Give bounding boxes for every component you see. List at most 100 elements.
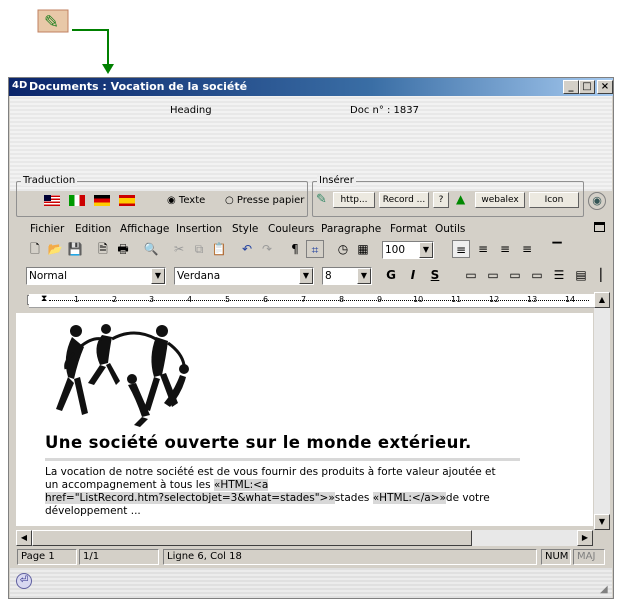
clock-icon[interactable]: ◷ (334, 240, 352, 258)
cut-icon[interactable]: ✂ (170, 240, 188, 258)
redo-icon[interactable]: ↷ (258, 240, 276, 258)
standard-toolbar: 🗋 📂 💾 🗎 🖶 🔍 ✂ ⧉ 📋 ↶ ↷ ¶ ⌗ ◷ ▦ 100 ▼ ≡ ≡ … (10, 240, 612, 262)
menu-paragraphe[interactable]: Paragraphe (321, 223, 381, 235)
radio-texte[interactable]: ◉ Texte (167, 195, 205, 206)
close-button[interactable]: × (597, 80, 613, 94)
horizontal-scrollbar[interactable]: ◀ ▶ (16, 530, 593, 546)
flag-it-icon[interactable] (69, 195, 85, 206)
menu-fichier[interactable]: Fichier (30, 223, 64, 235)
vertical-scrollbar[interactable]: ▲ ▼ (594, 292, 610, 530)
menu-affichage[interactable]: Affichage (120, 223, 169, 235)
align-center-icon[interactable]: ≡ (474, 240, 492, 258)
zoom-select[interactable]: 100 ▼ (382, 241, 434, 259)
paragraph-line-4: développement ... (45, 505, 141, 517)
chevron-down-icon[interactable]: ▼ (419, 242, 433, 258)
align-left-icon[interactable]: ≡ (452, 240, 470, 258)
menu-style[interactable]: Style (232, 223, 258, 235)
maximize-button[interactable]: □ (579, 80, 595, 94)
webalex-button[interactable]: webalex (475, 192, 525, 208)
style-select[interactable]: Normal ▼ (26, 267, 166, 285)
eye-icon[interactable]: ◉ (588, 192, 606, 210)
paragraph: La vocation de notre société est de vous… (45, 466, 515, 518)
justify-icon[interactable]: ≡ (518, 240, 536, 258)
http-button[interactable]: http... (333, 192, 375, 208)
border-top-icon[interactable]: ▔ (548, 240, 566, 258)
doc-number: Doc n° : 1837 (350, 105, 420, 116)
calendar-icon[interactable]: ▦ (354, 240, 372, 258)
record-button[interactable]: Record ... (379, 192, 429, 208)
border-inner-icon[interactable]: ☰ (550, 266, 568, 284)
return-icon[interactable]: ⏎ (16, 573, 32, 589)
menu-bar: Fichier Edition Affichage Insertion Styl… (10, 220, 612, 238)
print-icon[interactable]: 🖶 (114, 240, 132, 258)
help-button[interactable]: ? (433, 192, 449, 208)
border-bottom-icon[interactable]: ▭ (528, 266, 546, 284)
copy-icon[interactable]: ⧉ (190, 240, 208, 258)
mountain-icon[interactable]: ▲ (456, 192, 465, 206)
resize-grip-icon[interactable]: ◢ (600, 584, 608, 595)
flag-de-icon[interactable] (94, 195, 110, 206)
bold-button[interactable]: G (382, 266, 400, 284)
size-select[interactable]: 8 ▼ (322, 267, 372, 285)
font-select[interactable]: Verdana ▼ (174, 267, 314, 285)
paragraph-line-3: href="ListRecord.htm?selectobjet=3&what=… (45, 492, 515, 505)
footer-area: ⏎ ◢ (10, 568, 612, 598)
paste-icon[interactable]: 📋 (210, 240, 228, 258)
ruler[interactable]: ⧗ 1 2 3 4 5 6 7 8 9 10 11 12 13 14 (29, 294, 595, 308)
paragraph-line-1: La vocation de notre société est de vous… (45, 466, 496, 478)
panel-toggle-icon[interactable] (594, 222, 605, 232)
icon-button[interactable]: Icon (529, 192, 579, 208)
html-tag-close[interactable]: «HTML:</a>» (372, 492, 446, 504)
menu-couleurs[interactable]: Couleurs (268, 223, 314, 235)
menu-format[interactable]: Format (390, 223, 427, 235)
heading-label: Heading (170, 105, 212, 116)
4d-logo-icon: 4D (12, 80, 28, 91)
html-tag-open[interactable]: «HTML:<a (213, 479, 269, 491)
scroll-thumb[interactable] (32, 530, 472, 546)
menu-edition[interactable]: Edition (75, 223, 111, 235)
radio-texte-label: Texte (178, 195, 206, 206)
find-icon[interactable]: 🔍 (142, 240, 160, 258)
document-window: 4D Documents : Vocation de la société _ … (8, 77, 614, 599)
new-doc-icon[interactable]: 🗋 (26, 240, 44, 258)
flag-us-icon[interactable] (44, 195, 60, 206)
indent-marker[interactable]: ⧗ (41, 294, 47, 304)
field-icon[interactable]: ⌗ (306, 240, 324, 258)
document-body[interactable]: Une société ouverte sur le monde extérie… (16, 313, 593, 526)
border-box-icon[interactable]: ▭ (462, 266, 480, 284)
status-pages: 1/1 (79, 549, 159, 565)
chevron-down-icon[interactable]: ▼ (151, 268, 165, 284)
chevron-down-icon[interactable]: ▼ (357, 268, 371, 284)
status-position: Ligne 6, Col 18 (163, 549, 537, 565)
border-right-icon[interactable]: ▭ (506, 266, 524, 284)
border-all-icon[interactable]: ▤ (572, 266, 590, 284)
menu-outils[interactable]: Outils (435, 223, 465, 235)
radio-presse-papier[interactable]: ○ Presse papier (225, 195, 304, 206)
align-right-icon[interactable]: ≡ (496, 240, 514, 258)
scroll-down-button[interactable]: ▼ (594, 514, 610, 530)
scroll-right-button[interactable]: ▶ (577, 530, 593, 546)
underline-button[interactable]: S (426, 266, 444, 284)
undo-icon[interactable]: ↶ (238, 240, 256, 258)
save-icon[interactable]: 💾 (66, 240, 84, 258)
flag-es-icon[interactable] (119, 195, 135, 206)
pen-icon[interactable]: ✎ (316, 192, 327, 207)
italic-button[interactable]: I (404, 266, 422, 284)
dance-illustration (56, 324, 189, 427)
print-preview-icon[interactable]: 🗎 (94, 240, 112, 258)
menu-insertion[interactable]: Insertion (176, 223, 222, 235)
border-left-icon[interactable]: ▭ (484, 266, 502, 284)
minimize-button[interactable]: _ (563, 80, 579, 94)
chevron-down-icon[interactable]: ▼ (299, 268, 313, 284)
size-value: 8 (325, 270, 332, 282)
status-page: Page 1 (17, 549, 77, 565)
html-tag-href[interactable]: href="ListRecord.htm?selectobjet=3&what=… (45, 492, 335, 504)
record-header: Heading Doc n° : 1837 Traduction ◉ Texte… (10, 96, 612, 217)
scroll-up-button[interactable]: ▲ (594, 292, 610, 308)
document-heading: Une société ouverte sur le monde extérie… (45, 433, 472, 452)
connector-arrow (72, 29, 114, 74)
border-more-icon[interactable]: ▏ (596, 266, 614, 284)
pilcrow-icon[interactable]: ¶ (286, 240, 304, 258)
scroll-left-button[interactable]: ◀ (16, 530, 32, 546)
open-folder-icon[interactable]: 📂 (46, 240, 64, 258)
